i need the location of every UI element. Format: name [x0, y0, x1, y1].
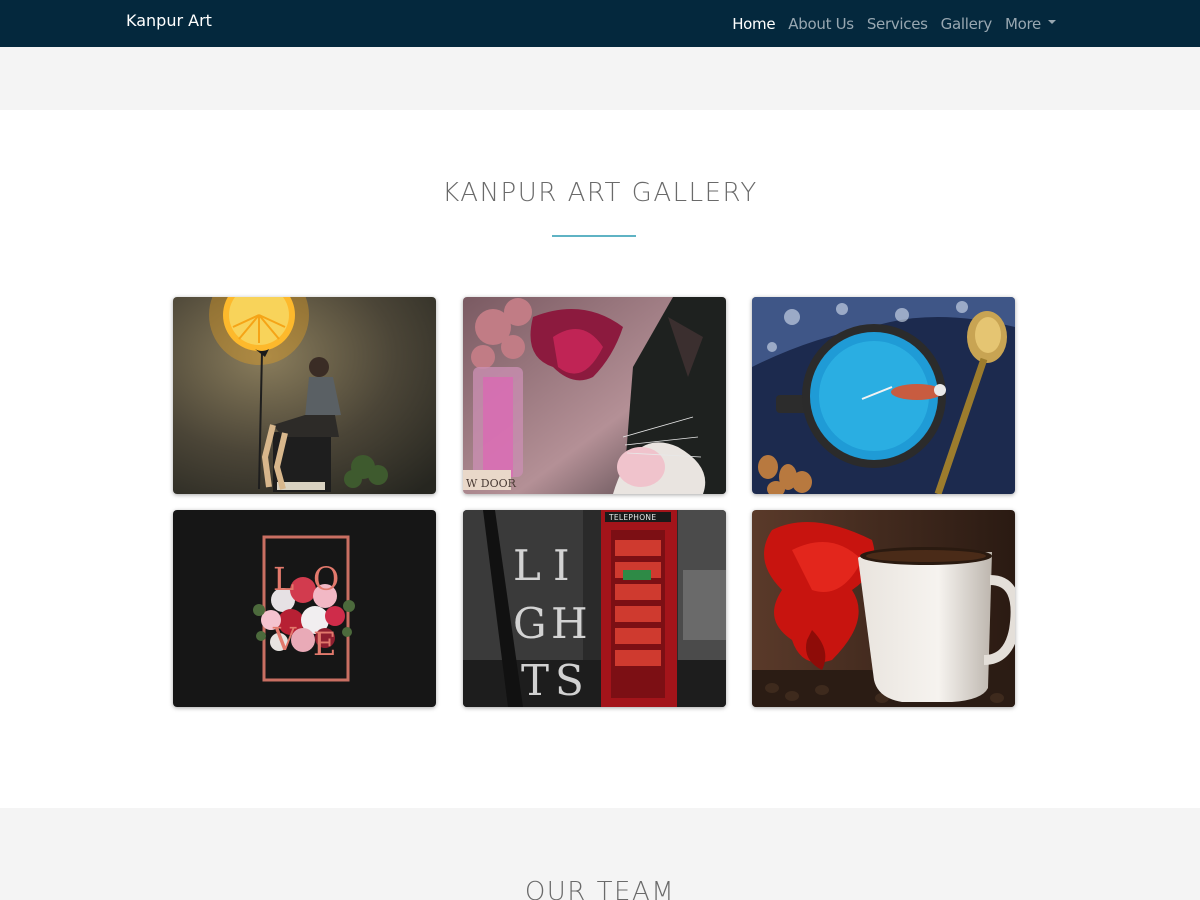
lights-letter-h: H: [551, 599, 588, 648]
fish-cat-illustration: W DOOR: [463, 297, 726, 494]
gallery-image-lemon-lamp[interactable]: [173, 297, 436, 494]
gallery-title: KANPUR ART GALLERY: [442, 178, 758, 208]
nav-link-gallery[interactable]: Gallery: [941, 15, 993, 33]
nav-link-about-us[interactable]: About Us: [788, 15, 854, 33]
title-divider: [552, 235, 636, 237]
team-section: OUR TEAM: [0, 808, 1200, 900]
love-letter-e: E: [313, 625, 336, 663]
gallery-image-fish-cat[interactable]: W DOOR: [463, 297, 726, 494]
main-nav: Home About Us Services Gallery More: [732, 0, 1056, 47]
nav-link-services[interactable]: Services: [867, 15, 928, 33]
gallery-image-love-bouquet[interactable]: L O V E: [173, 510, 436, 707]
header-spacer-band: [0, 47, 1200, 110]
betta-mug-illustration: [752, 510, 1015, 707]
lights-letter-g: G: [513, 599, 547, 648]
nav-dropdown-more[interactable]: More: [1005, 15, 1056, 33]
gallery-image-swimmer-cup[interactable]: [752, 297, 1015, 494]
door-caption: W DOOR: [466, 477, 517, 490]
gallery-image-telephone-booth[interactable]: TELEPHONE L I G H T S: [463, 510, 726, 707]
love-letter-o: O: [313, 560, 339, 598]
love-letter-l: L: [273, 560, 294, 598]
nav-link-home[interactable]: Home: [732, 15, 775, 33]
love-letter-v: V: [272, 620, 297, 658]
nav-more-label: More: [1005, 14, 1041, 33]
lights-letter-t: T: [521, 656, 549, 705]
top-navbar: Kanpur Art Home About Us Services Galler…: [0, 0, 1200, 47]
brand-link[interactable]: Kanpur Art: [126, 11, 212, 30]
telephone-sign: TELEPHONE: [608, 513, 656, 522]
lights-letter-i: I: [553, 541, 570, 590]
team-title: OUR TEAM: [524, 877, 676, 900]
swimmer-cup-illustration: [752, 297, 1015, 494]
love-bouquet-illustration: L O V E: [173, 510, 436, 707]
caret-down-icon: [1048, 20, 1056, 24]
telephone-booth-illustration: TELEPHONE L I G H T S: [463, 510, 726, 707]
lemon-lamp-illustration: [173, 297, 436, 494]
lights-letter-l: L: [513, 541, 541, 590]
gallery-image-betta-mug[interactable]: [752, 510, 1015, 707]
lights-letter-s: S: [555, 656, 584, 705]
